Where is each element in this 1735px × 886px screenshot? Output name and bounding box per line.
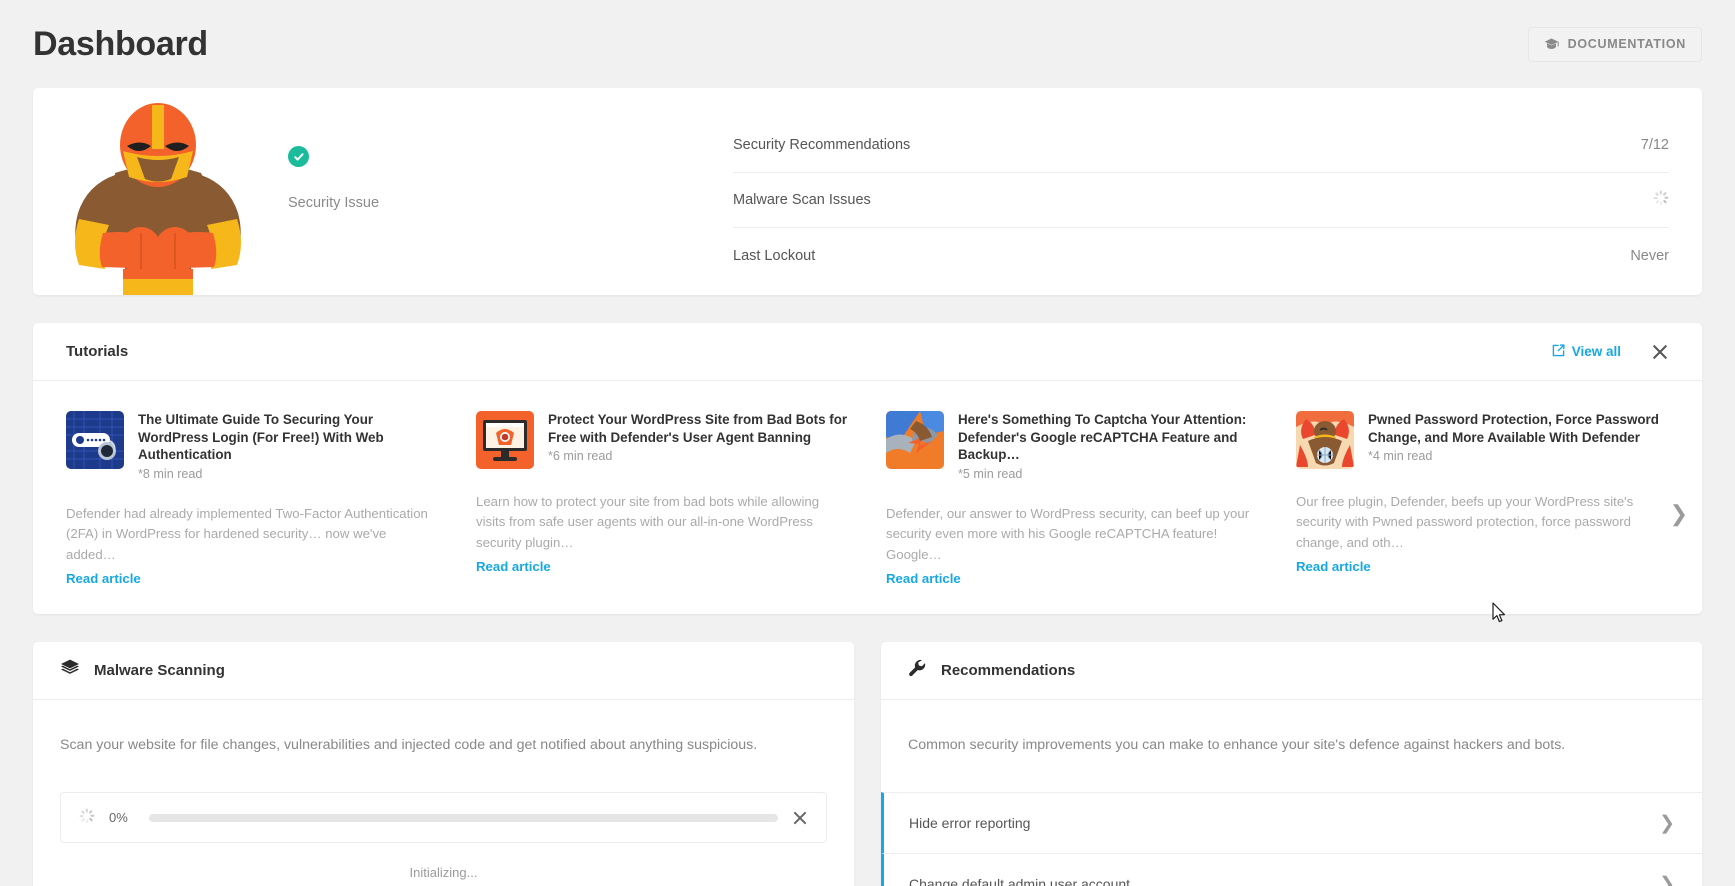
tutorial-title: Here's Something To Captcha Your Attenti… <box>958 412 1247 463</box>
scan-progress-box: 0% <box>60 792 827 844</box>
tutorial-description: Defender, our answer to WordPress securi… <box>886 505 1250 562</box>
malware-scanning-description: Scan your website for file changes, vuln… <box>60 737 758 753</box>
external-link-icon <box>1552 343 1565 360</box>
bottom-panels: Malware Scanning Scan your website for f… <box>33 642 1702 886</box>
tutorial-title: The Ultimate Guide To Securing Your Word… <box>138 412 384 463</box>
read-article-link[interactable]: Read article <box>1296 559 1371 574</box>
tutorial-description: Learn how to protect your site from bad … <box>476 494 820 550</box>
mouse-pointer-icon <box>1492 602 1507 629</box>
bad-bots-thumb <box>476 411 534 469</box>
mascot-container <box>33 88 288 295</box>
dashboard-page: Dashboard DOCUMENTATION Security Issue S… <box>0 0 1735 886</box>
chevron-right-icon: ❯ <box>1659 812 1675 834</box>
malware-scanning-panel: Malware Scanning Scan your website for f… <box>33 642 854 886</box>
loading-spinner-icon <box>79 808 95 826</box>
layers-icon <box>60 659 80 682</box>
close-icon[interactable] <box>1651 343 1669 361</box>
read-article-link[interactable]: Read article <box>66 571 141 586</box>
view-all-label: View all <box>1571 344 1621 359</box>
recommendation-label: Hide error reporting <box>909 815 1031 832</box>
summary-stats-list: Security Recommendations 7/12 Malware Sc… <box>733 88 1702 295</box>
read-article-link[interactable]: Read article <box>886 571 961 586</box>
pwned-password-thumb <box>1296 411 1354 469</box>
recommendation-item[interactable]: Hide error reporting ❯ <box>881 792 1702 854</box>
tutorial-title: Protect Your WordPress Site from Bad Bot… <box>548 412 848 445</box>
documentation-button[interactable]: DOCUMENTATION <box>1527 26 1702 62</box>
check-circle-icon <box>288 146 309 167</box>
recommendations-list: Hide error reporting ❯ Change default ad… <box>881 792 1702 886</box>
loading-spinner-icon <box>1653 190 1669 208</box>
scan-progress-bar <box>149 813 778 822</box>
stat-label: Malware Scan Issues <box>733 192 871 208</box>
chevron-right-icon: ❯ <box>1659 873 1675 886</box>
stat-label: Security Recommendations <box>733 137 911 153</box>
stat-row: Malware Scan Issues <box>733 173 1669 228</box>
recommendations-title: Recommendations <box>941 662 1076 679</box>
recommendations-description: Common security improvements you can mak… <box>908 737 1566 753</box>
stat-row: Last Lockout Never <box>733 228 1669 283</box>
tutorial-read-time: *5 min read <box>958 466 1023 481</box>
recommendations-panel: Recommendations Common security improvem… <box>881 642 1702 886</box>
tutorial-item[interactable]: Protect Your WordPress Site from Bad Bot… <box>476 411 886 588</box>
stat-label: Last Lockout <box>733 247 816 264</box>
read-article-link[interactable]: Read article <box>476 559 551 574</box>
tutorial-item[interactable]: Pwned Password Protection, Force Passwor… <box>1296 411 1706 588</box>
malware-scanning-header: Malware Scanning <box>33 642 854 700</box>
security-status-block: Security Issue <box>288 88 708 295</box>
page-title: Dashboard <box>33 25 208 63</box>
wp-login-security-thumb <box>66 411 124 469</box>
chevron-right-icon[interactable]: ❯ <box>1670 503 1688 525</box>
security-status-label: Security Issue <box>288 195 380 211</box>
defender-mascot-image <box>75 103 241 295</box>
tutorial-read-time: *6 min read <box>548 449 613 464</box>
documentation-button-label: DOCUMENTATION <box>1567 37 1686 51</box>
stat-value: 7/12 <box>1640 137 1669 153</box>
tutorials-header: Tutorials View all <box>33 323 1702 381</box>
recommendations-body: Common security improvements you can mak… <box>881 700 1702 886</box>
view-all-button[interactable]: View all <box>1552 343 1621 360</box>
tutorials-card: Tutorials View all The Ultimate Guide To… <box>33 323 1702 614</box>
tutorial-description: Our free plugin, Defender, beefs up your… <box>1296 494 1634 550</box>
tutorial-read-time: *4 min read <box>1368 449 1433 464</box>
tutorials-title: Tutorials <box>66 343 129 360</box>
recommendation-label: Change default admin user account <box>909 876 1131 886</box>
recaptcha-thumb <box>886 411 944 469</box>
malware-scanning-title: Malware Scanning <box>94 662 225 679</box>
tutorial-description: Defender had already implemented Two-Fac… <box>66 505 428 562</box>
scan-percent-label: 0% <box>109 810 128 826</box>
summary-card: Security Issue Security Recommendations … <box>33 88 1702 295</box>
tutorial-item[interactable]: The Ultimate Guide To Securing Your Word… <box>66 411 476 588</box>
stat-value: Never <box>1630 247 1669 264</box>
graduation-cap-icon <box>1544 38 1559 51</box>
malware-scanning-body: Scan your website for file changes, vuln… <box>33 700 854 880</box>
cancel-icon[interactable] <box>792 810 808 826</box>
recommendations-header: Recommendations <box>881 642 1702 700</box>
tutorial-item[interactable]: Here's Something To Captcha Your Attenti… <box>886 411 1296 588</box>
recommendation-item[interactable]: Change default admin user account ❯ <box>881 853 1702 886</box>
tutorial-read-time: *8 min read <box>138 466 203 481</box>
tutorials-list: The Ultimate Guide To Securing Your Word… <box>33 381 1702 614</box>
wrench-icon <box>908 659 927 683</box>
page-header: Dashboard DOCUMENTATION <box>33 0 1702 88</box>
tutorial-title: Pwned Password Protection, Force Passwor… <box>1368 412 1659 445</box>
scan-status-text: Initializing... <box>409 865 478 881</box>
stat-row: Security Recommendations 7/12 <box>733 118 1669 173</box>
